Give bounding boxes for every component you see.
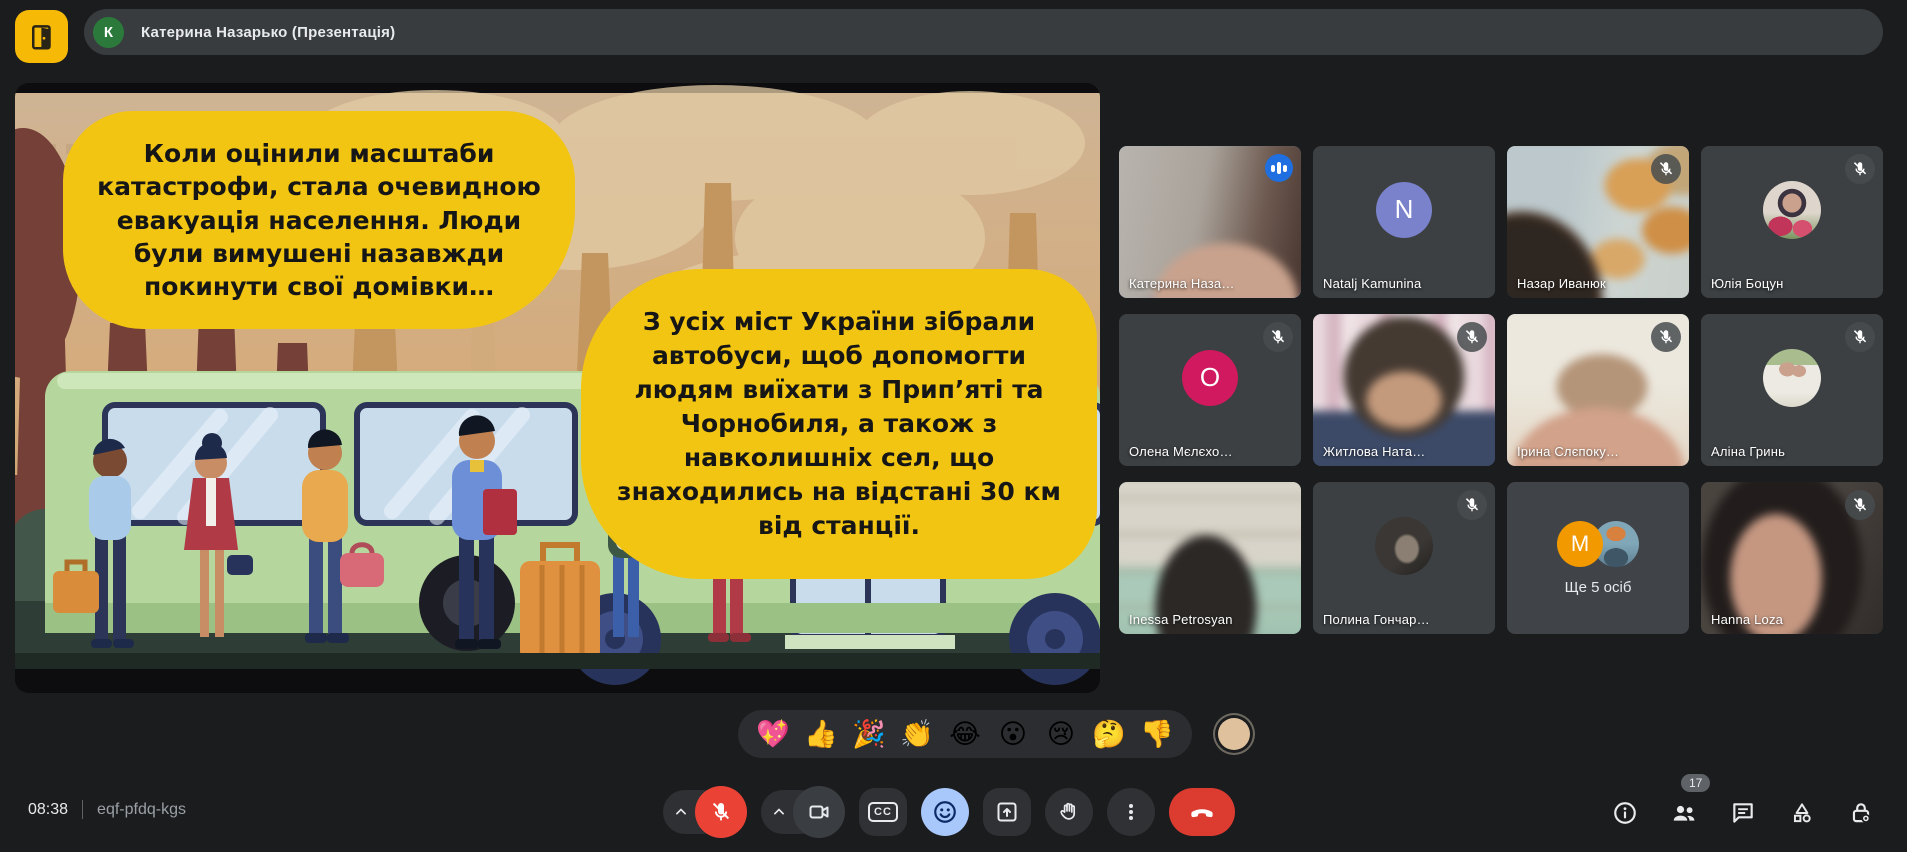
participant-tile-alina[interactable]: Аліна Гринь: [1701, 314, 1883, 466]
people-panel-button[interactable]: 17: [1667, 796, 1701, 830]
participant-name: Ірина Слєпоку…: [1517, 444, 1619, 459]
camera-toggle-button[interactable]: [793, 786, 845, 838]
meeting-info: 08:38 eqf-pfdq-kgs: [28, 800, 186, 819]
participant-name: Hanna Loza: [1711, 612, 1783, 627]
mic-control-group: [663, 786, 747, 838]
mic-off-icon: [1457, 490, 1487, 520]
speech-bubble-2: З усіх міст України зібрали автобуси, що…: [581, 269, 1097, 579]
videocam-icon: [807, 800, 831, 824]
mic-mute-button[interactable]: [695, 786, 747, 838]
participant-name: Юлія Боцун: [1711, 276, 1784, 291]
reactions-bar: 💖 👍 🎉 👏 😂 😮 😢 🤔 👎: [738, 710, 1250, 758]
participant-name: Natalj Kamunina: [1323, 276, 1421, 291]
participant-name: Олена Мєлєхо…: [1129, 444, 1233, 459]
reaction-cry[interactable]: 😢: [1040, 713, 1082, 755]
mic-off-icon: [709, 800, 733, 824]
participant-name: Аліна Гринь: [1711, 444, 1785, 459]
presentation-tile[interactable]: Коли оцінили масштаби катастрофи, стала …: [15, 83, 1100, 693]
participant-tile-katerina[interactable]: Катерина Наза…: [1119, 146, 1301, 298]
people-icon: [1670, 799, 1698, 827]
participant-name: Inessa Petrosyan: [1129, 612, 1233, 627]
end-call-button[interactable]: [1169, 788, 1235, 836]
captions-button[interactable]: CC: [859, 788, 907, 836]
presenter-avatar: К: [93, 17, 124, 48]
reaction-heart[interactable]: 💖: [752, 713, 794, 755]
mic-off-icon: [1845, 322, 1875, 352]
participant-count-badge: 17: [1681, 774, 1710, 792]
reaction-thumbs-down[interactable]: 👎: [1136, 713, 1178, 755]
door-open-icon: [27, 22, 57, 52]
present-screen-icon: [995, 800, 1019, 824]
mic-off-icon: [1845, 154, 1875, 184]
chevron-up-icon: [769, 802, 789, 822]
skin-tone-selector[interactable]: [1218, 718, 1250, 750]
photo-avatar: [1763, 181, 1821, 239]
info-icon: [1612, 800, 1638, 826]
speaking-indicator-icon: [1265, 154, 1293, 182]
divider: [82, 800, 83, 819]
participant-tile-zhytlova[interactable]: Житлова Ната…: [1313, 314, 1495, 466]
chat-icon: [1730, 800, 1756, 826]
participant-tile-hanna[interactable]: Hanna Loza: [1701, 482, 1883, 634]
raise-hand-button[interactable]: [1045, 788, 1093, 836]
participant-name: Назар Иванюк: [1517, 276, 1606, 291]
mic-off-icon: [1845, 490, 1875, 520]
more-participants-tile[interactable]: M Ще 5 осіб: [1507, 482, 1689, 634]
chat-panel-button[interactable]: [1726, 796, 1760, 830]
more-options-button[interactable]: [1107, 788, 1155, 836]
host-controls-button[interactable]: [1844, 796, 1878, 830]
mic-off-icon: [1263, 322, 1293, 352]
camera-control-group: [761, 786, 845, 838]
hand-icon: [1057, 800, 1081, 824]
call-controls: CC: [663, 786, 1235, 838]
participant-tile-nazar[interactable]: Назар Иванюк: [1507, 146, 1689, 298]
participant-tile-olena[interactable]: O Олена Мєлєхо…: [1119, 314, 1301, 466]
reaction-thumbs-up[interactable]: 👍: [800, 713, 842, 755]
closed-captions-icon: CC: [868, 802, 898, 822]
reaction-party[interactable]: 🎉: [848, 713, 890, 755]
reaction-clap[interactable]: 👏: [896, 713, 938, 755]
chevron-up-icon: [671, 802, 691, 822]
participant-tile-natalj[interactable]: N Natalj Kamunina: [1313, 146, 1495, 298]
participant-name: Житлова Ната…: [1323, 444, 1425, 459]
meeting-details-button[interactable]: [1608, 796, 1642, 830]
overflow-avatars: M: [1557, 521, 1639, 567]
mic-off-icon: [1651, 154, 1681, 184]
reaction-surprised[interactable]: 😮: [992, 713, 1034, 755]
more-vertical-icon: [1119, 800, 1143, 824]
clock-time: 08:38: [28, 801, 68, 819]
reactions-button[interactable]: [921, 788, 969, 836]
present-screen-button[interactable]: [983, 788, 1031, 836]
call-end-icon: [1189, 799, 1215, 825]
participant-name: Катерина Наза…: [1129, 276, 1235, 291]
initial-avatar: M: [1557, 521, 1603, 567]
participant-tile-polina[interactable]: Полина Гончар…: [1313, 482, 1495, 634]
activities-button[interactable]: [1785, 796, 1819, 830]
more-participants-label: Ще 5 осіб: [1565, 579, 1632, 596]
reaction-laugh[interactable]: 😂: [944, 713, 986, 755]
mic-off-icon: [1651, 322, 1681, 352]
app-logo[interactable]: [15, 10, 68, 63]
participant-tile-iryna[interactable]: Ірина Слєпоку…: [1507, 314, 1689, 466]
participant-grid: Катерина Наза… N Natalj Kamunina Назар И…: [1119, 146, 1883, 634]
panel-buttons: 17: [1608, 796, 1878, 830]
participant-tile-inessa[interactable]: Inessa Petrosyan: [1119, 482, 1301, 634]
speech-bubble-1: Коли оцінили масштаби катастрофи, стала …: [63, 111, 575, 329]
activities-icon: [1789, 800, 1815, 826]
participant-name: Полина Гончар…: [1323, 612, 1430, 627]
meeting-code: eqf-pfdq-kgs: [97, 801, 186, 819]
participant-tile-yulia[interactable]: Юлія Боцун: [1701, 146, 1883, 298]
photo-avatar: [1375, 517, 1433, 575]
mic-off-icon: [1457, 322, 1487, 352]
presenter-banner[interactable]: К Катерина Назарько (Презентація): [84, 9, 1883, 55]
lock-icon: [1848, 800, 1874, 826]
smiley-icon: [932, 799, 958, 825]
initial-avatar: N: [1376, 182, 1432, 238]
initial-avatar: O: [1182, 350, 1238, 406]
reaction-thinking[interactable]: 🤔: [1088, 713, 1130, 755]
presenter-name-label: Катерина Назарько (Презентація): [141, 24, 395, 41]
photo-avatar: [1763, 349, 1821, 407]
